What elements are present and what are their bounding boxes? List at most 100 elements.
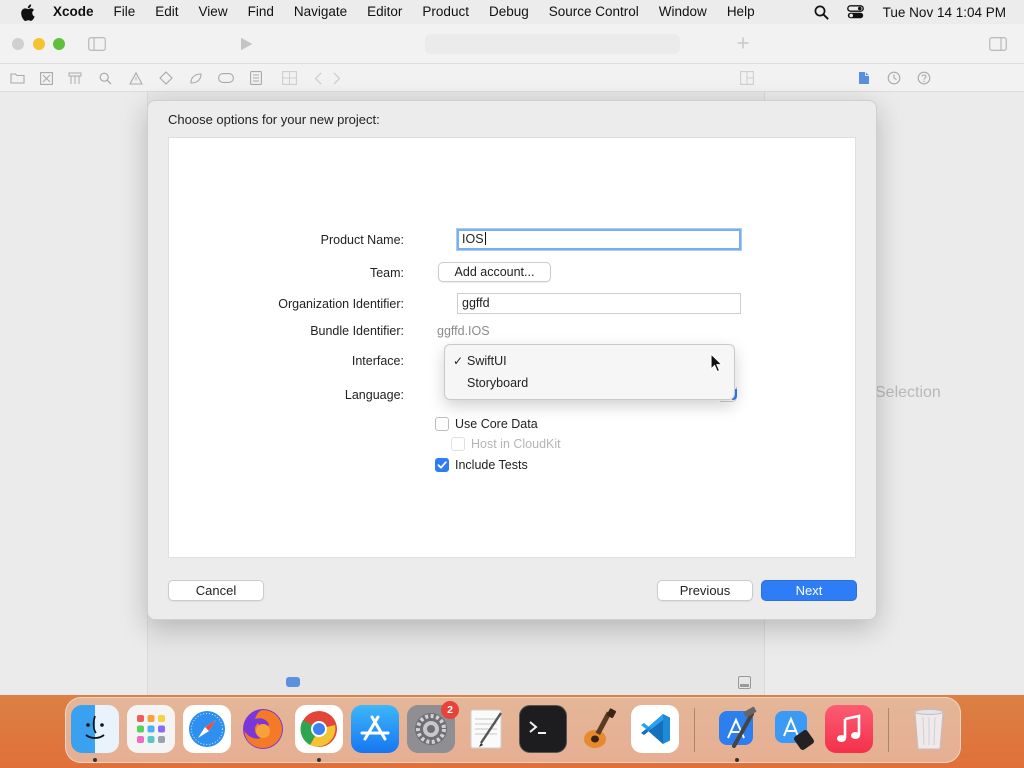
- dock-running-indicator: [735, 758, 739, 762]
- dock-simulator-icon[interactable]: [769, 705, 817, 753]
- dock-finder-icon[interactable]: [71, 705, 119, 753]
- dock-textedit-icon[interactable]: [463, 705, 511, 753]
- product-name-field[interactable]: IOS: [457, 229, 741, 250]
- window-zoom-button[interactable]: [53, 38, 65, 50]
- dock-running-indicator: [93, 758, 97, 762]
- forward-icon[interactable]: [329, 70, 345, 86]
- spotlight-search-icon[interactable]: [811, 1, 833, 23]
- run-icon[interactable]: [238, 36, 254, 52]
- apple-menu-icon[interactable]: [17, 2, 37, 22]
- navigator-tab-bar: [0, 64, 1024, 92]
- dock-xcode-icon[interactable]: [713, 705, 761, 753]
- no-selection-label: Selection: [875, 384, 941, 401]
- window-close-button[interactable]: [12, 38, 24, 50]
- dock-separator: [694, 708, 695, 752]
- menu-find[interactable]: Find: [238, 0, 284, 24]
- debug-navigator-icon[interactable]: [188, 70, 204, 86]
- menubar-clock[interactable]: Tue Nov 14 1:04 PM: [883, 5, 1006, 20]
- menu-product[interactable]: Product: [412, 0, 479, 24]
- organization-identifier-label: Organization Identifier:: [278, 297, 404, 311]
- previous-button[interactable]: Previous: [657, 580, 753, 601]
- menu-file[interactable]: File: [104, 0, 146, 24]
- window-toolbar: [0, 24, 1024, 64]
- sheet-title: Choose options for your new project:: [168, 112, 380, 127]
- product-name-value: IOS: [462, 232, 484, 246]
- use-core-data-checkbox[interactable]: [435, 417, 449, 431]
- cancel-button[interactable]: Cancel: [168, 580, 264, 601]
- debug-area-toggle-icon[interactable]: [738, 676, 751, 689]
- organization-identifier-field[interactable]: ggffd: [457, 293, 741, 314]
- organization-identifier-value: ggffd: [462, 296, 490, 310]
- interface-popup-menu: ✓ SwiftUI Storyboard: [444, 344, 735, 400]
- menu-navigate[interactable]: Navigate: [284, 0, 357, 24]
- history-inspector-icon[interactable]: [886, 70, 902, 86]
- dock-running-indicator: [317, 758, 321, 762]
- team-label: Team:: [369, 266, 404, 280]
- menu-help[interactable]: Help: [717, 0, 765, 24]
- test-navigator-icon[interactable]: [158, 70, 174, 86]
- dock-system-settings-icon[interactable]: 2: [407, 701, 459, 753]
- source-control-navigator-icon[interactable]: [38, 70, 54, 86]
- interface-option-storyboard[interactable]: Storyboard: [445, 372, 734, 394]
- bundle-identifier-label: Bundle Identifier:: [310, 324, 404, 338]
- dock-firefox-icon[interactable]: [239, 705, 287, 753]
- debug-bar: [0, 673, 1024, 695]
- notification-badge: 2: [441, 701, 459, 719]
- menu-app-name[interactable]: Xcode: [51, 0, 104, 24]
- host-in-cloudkit-checkbox[interactable]: [451, 437, 465, 451]
- dock-trash-icon[interactable]: [905, 705, 953, 753]
- find-navigator-icon[interactable]: [97, 70, 113, 86]
- issue-navigator-icon[interactable]: [128, 70, 144, 86]
- navigator-area: [0, 92, 148, 695]
- add-icon[interactable]: [735, 35, 751, 51]
- menu-debug[interactable]: Debug: [479, 0, 539, 24]
- bundle-identifier-value: ggffd.IOS: [437, 324, 490, 338]
- menu-window[interactable]: Window: [649, 0, 717, 24]
- window-minimize-button[interactable]: [33, 38, 45, 50]
- symbol-navigator-icon[interactable]: [67, 70, 83, 86]
- interface-label: Interface:: [351, 354, 404, 368]
- file-inspector-icon[interactable]: [856, 70, 872, 86]
- host-in-cloudkit-label: Host in CloudKit: [471, 437, 561, 451]
- next-button[interactable]: Next: [761, 580, 857, 601]
- product-name-label: Product Name:: [320, 233, 404, 247]
- menu-source-control[interactable]: Source Control: [539, 0, 649, 24]
- new-project-options-sheet: Choose options for your new project: Pro…: [147, 100, 877, 620]
- interface-option-label: Storyboard: [467, 376, 529, 390]
- checkmark-icon: [437, 461, 447, 469]
- dock-vscode-icon[interactable]: [631, 705, 679, 753]
- dock: 2: [65, 697, 961, 763]
- inspector-toggle-icon[interactable]: [988, 36, 1008, 52]
- dock-music-icon[interactable]: [825, 705, 873, 753]
- report-navigator-icon[interactable]: [248, 70, 264, 86]
- help-inspector-icon[interactable]: [916, 70, 932, 86]
- mouse-pointer-icon: [710, 352, 724, 373]
- interface-option-label: SwiftUI: [467, 354, 507, 368]
- dock-launchpad-icon[interactable]: [127, 705, 175, 753]
- options-panel: Product Name: IOS Team: Add account... O…: [168, 137, 856, 558]
- menu-edit[interactable]: Edit: [145, 0, 188, 24]
- add-account-button[interactable]: Add account...: [438, 262, 551, 282]
- dock-separator: [888, 708, 889, 752]
- language-label: Language:: [344, 388, 404, 402]
- dock-safari-icon[interactable]: [183, 705, 231, 753]
- dock-terminal-icon[interactable]: [519, 705, 567, 753]
- dock-garageband-icon[interactable]: [575, 705, 623, 753]
- interface-option-swiftui[interactable]: ✓ SwiftUI: [445, 350, 734, 372]
- control-center-icon[interactable]: [845, 1, 867, 23]
- folder-icon[interactable]: [9, 70, 25, 86]
- menu-editor[interactable]: Editor: [357, 0, 412, 24]
- dock-chrome-icon[interactable]: [295, 705, 343, 753]
- include-tests-checkbox[interactable]: [435, 458, 449, 472]
- dock-app-store-icon[interactable]: [351, 705, 399, 753]
- activity-view: [425, 34, 680, 54]
- menu-view[interactable]: View: [189, 0, 238, 24]
- console-toggle-icon[interactable]: [286, 677, 300, 687]
- editor-options-icon[interactable]: [739, 70, 755, 86]
- checkmark-icon: ✓: [453, 354, 464, 368]
- sidebar-toggle-icon[interactable]: [88, 36, 106, 52]
- menu-bar: Xcode File Edit View Find Navigate Edito…: [0, 0, 1024, 24]
- related-items-icon[interactable]: [281, 70, 297, 86]
- back-icon[interactable]: [310, 70, 326, 86]
- breakpoint-navigator-icon[interactable]: [218, 70, 234, 86]
